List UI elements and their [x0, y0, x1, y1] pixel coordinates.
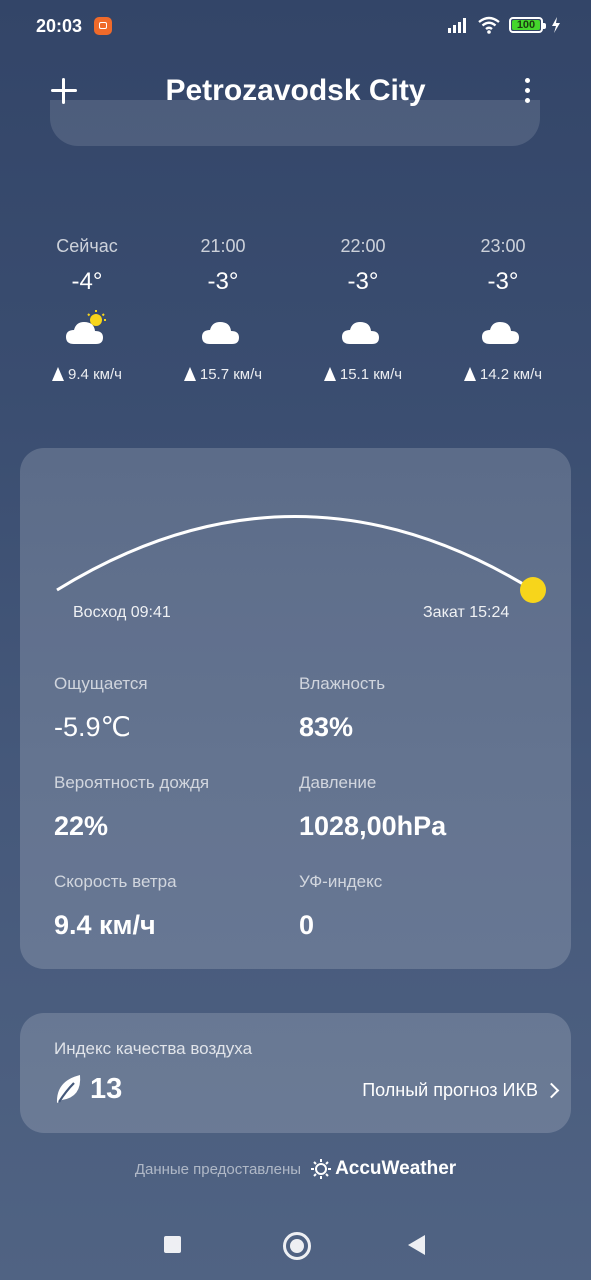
- battery-level: 100: [516, 18, 536, 31]
- sunset-label: Закат 15:24: [423, 604, 510, 621]
- detail-pressure: Давление 1028,00hPa: [299, 773, 446, 842]
- detail-label: Давление: [299, 773, 377, 792]
- hour-wind: 9.4 км/ч: [17, 366, 157, 383]
- hour-wind: 14.2 км/ч: [433, 366, 573, 383]
- cloud-icon: [338, 310, 388, 350]
- battery-icon: 100: [509, 17, 546, 33]
- provider-brand: AccuWeather: [335, 1158, 457, 1179]
- detail-value: 22%: [54, 811, 109, 841]
- wind-direction-icon: [52, 366, 65, 381]
- detail-label: Ощущается: [54, 674, 148, 693]
- aqi-label: Индекс качества воздуха: [54, 1039, 253, 1058]
- detail-uv-index: УФ-индекс 0: [299, 872, 382, 941]
- hourly-item: 22:00 -3° 15.1 км/ч: [293, 236, 433, 383]
- signal-icon: [448, 18, 466, 33]
- data-provider: Данные предоставлены AccuWeather: [0, 1158, 591, 1180]
- chevron-right-icon: [543, 1082, 560, 1099]
- detail-label: Скорость ветра: [54, 872, 177, 891]
- hourly-item: 21:00 -3° 15.7 км/ч: [153, 236, 293, 383]
- detail-label: УФ-индекс: [299, 872, 383, 891]
- hour-temp: -3°: [347, 268, 379, 295]
- sun-position-icon: [520, 577, 546, 603]
- cloud-icon: [198, 310, 248, 350]
- hour-time: Сейчас: [56, 236, 118, 256]
- aqi-value: 13: [90, 1073, 123, 1105]
- detail-value: 9.4 км/ч: [54, 910, 156, 940]
- hour-temp: -4°: [71, 268, 103, 295]
- charging-icon: [552, 17, 560, 33]
- hour-wind-speed: 9.4 км/ч: [68, 366, 122, 383]
- wifi-icon: [478, 16, 500, 34]
- hourly-item: 23:00 -3° 14.2 км/ч: [433, 236, 573, 383]
- detail-value: 83%: [299, 712, 354, 742]
- full-aqi-forecast-link[interactable]: Полный прогноз ИКВ: [362, 1080, 560, 1101]
- hour-wind-speed: 14.2 км/ч: [479, 366, 543, 383]
- status-icons: 100: [447, 16, 561, 34]
- detail-feels-like: Ощущается -5.9℃: [54, 674, 148, 743]
- hour-wind-speed: 15.7 км/ч: [199, 366, 263, 383]
- hour-temp: -3°: [207, 268, 239, 295]
- hourly-item: Сейчас -4° 9.4 км/ч: [17, 236, 157, 383]
- notification-app-icon: [94, 17, 112, 35]
- home-button[interactable]: [283, 1232, 311, 1260]
- recent-apps-button[interactable]: [164, 1236, 181, 1253]
- wind-direction-icon: [463, 366, 476, 381]
- back-button[interactable]: [408, 1235, 425, 1255]
- detail-label: Вероятность дождя: [54, 773, 210, 792]
- collapsed-card-edge: [50, 100, 540, 146]
- cloud-icon: [478, 310, 528, 350]
- hour-time: 22:00: [340, 236, 386, 256]
- hour-wind: 15.7 км/ч: [153, 366, 293, 383]
- sun-path-arc: [56, 515, 546, 603]
- detail-label: Влажность: [299, 674, 386, 693]
- provider-text: Данные предоставлены: [134, 1160, 302, 1178]
- hour-time: 23:00: [480, 236, 526, 256]
- cloud-sun-icon: [62, 310, 112, 350]
- status-time: 20:03: [36, 16, 83, 36]
- sunrise-label: Восход 09:41: [73, 604, 171, 621]
- leaf-icon: [56, 1075, 81, 1103]
- detail-rain-chance: Вероятность дождя 22%: [54, 773, 209, 842]
- detail-wind-speed: Скорость ветра 9.4 км/ч: [54, 872, 177, 941]
- detail-value: 0: [299, 910, 315, 940]
- accuweather-logo[interactable]: AccuWeather: [311, 1158, 456, 1180]
- hour-wind-speed: 15.1 км/ч: [339, 366, 403, 383]
- detail-humidity: Влажность 83%: [299, 674, 385, 743]
- detail-value: -5.9℃: [54, 712, 131, 742]
- accuweather-sun-icon: [311, 1159, 332, 1179]
- hour-temp: -3°: [487, 268, 519, 295]
- wind-direction-icon: [183, 366, 196, 381]
- aqi-link-label: Полный прогноз ИКВ: [362, 1080, 538, 1100]
- detail-value: 1028,00hPa: [299, 811, 447, 841]
- hour-wind: 15.1 км/ч: [293, 366, 433, 383]
- hour-time: 21:00: [200, 236, 246, 256]
- wind-direction-icon: [323, 366, 336, 381]
